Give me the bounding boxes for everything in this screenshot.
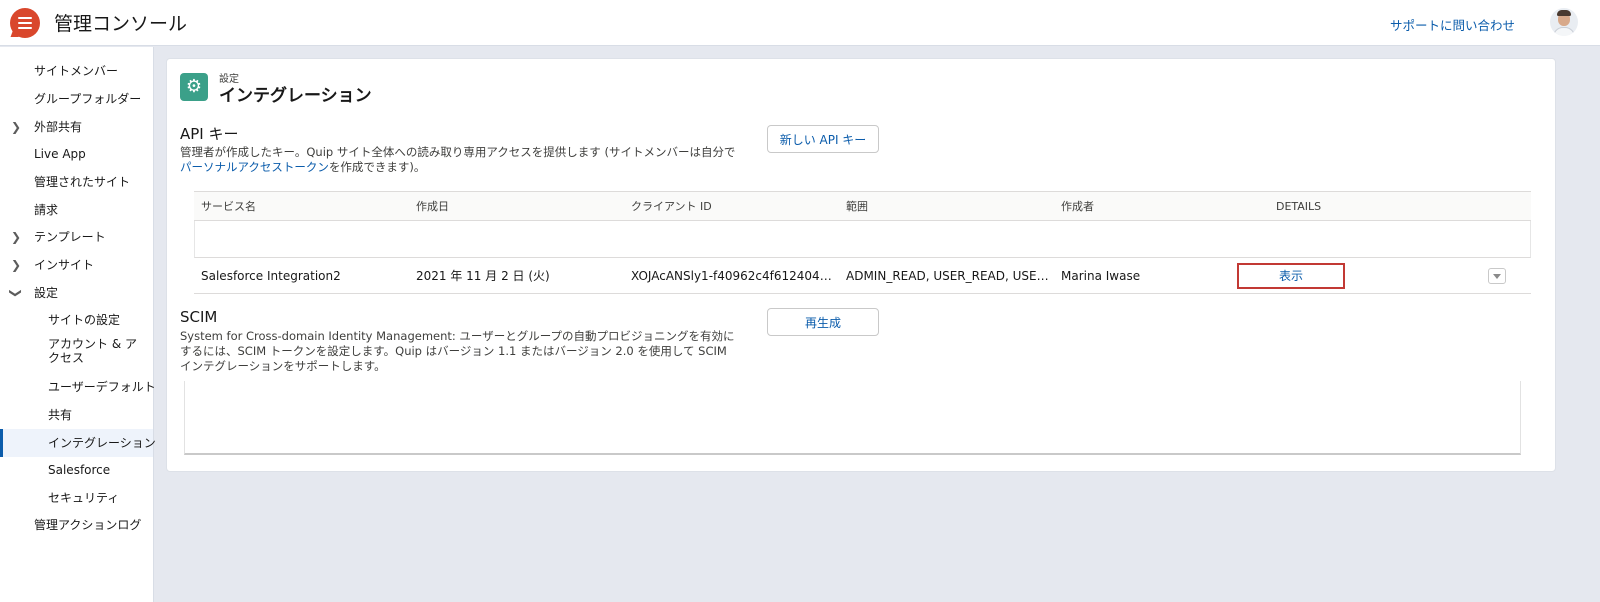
- column-header-service-name[interactable]: サービス名: [201, 192, 256, 221]
- support-link[interactable]: サポートに問い合わせ: [1390, 15, 1515, 34]
- quip-logo-icon[interactable]: [10, 8, 40, 38]
- sidebar-item-sharing[interactable]: 共有: [0, 401, 153, 429]
- top-header: 管理コンソール サポートに問い合わせ: [0, 0, 1600, 46]
- sidebar-item-label: Live App: [34, 147, 86, 161]
- scim-description: System for Cross-domain Identity Managem…: [180, 329, 735, 373]
- page-title: インテグレーション: [219, 86, 372, 106]
- sidebar-item-label: 共有: [48, 408, 73, 422]
- sidebar-item-label: インサイト: [34, 258, 95, 272]
- column-header-scope[interactable]: 範囲: [846, 192, 868, 221]
- sidebar-item-label: アカウント & アクセス: [48, 337, 137, 365]
- cell-author-link[interactable]: Marina Iwase: [1061, 258, 1266, 294]
- sidebar-item-admin-action-log[interactable]: 管理アクションログ: [0, 511, 153, 539]
- app-title: 管理コンソール: [54, 13, 188, 35]
- chevron-right-icon[interactable]: ❯: [10, 113, 22, 141]
- user-avatar-icon[interactable]: [1550, 8, 1578, 36]
- sidebar-item-security[interactable]: セキュリティ: [0, 484, 153, 512]
- sidebar-item-managed-sites[interactable]: 管理されたサイト: [0, 168, 153, 196]
- column-header-author[interactable]: 作成者: [1061, 192, 1094, 221]
- sidebar-item-label: セキュリティ: [48, 491, 120, 505]
- sidebar-item-label: 管理アクションログ: [34, 518, 142, 532]
- sidebar-item-insights[interactable]: ❯ インサイト: [0, 251, 153, 279]
- sidebar-nav: サイトメンバー グループフォルダー ❯ 外部共有 Live App 管理されたサイ…: [0, 47, 156, 602]
- sidebar-item-site-settings[interactable]: サイトの設定: [0, 306, 153, 334]
- avatar-hair: [1557, 10, 1571, 16]
- cell-client-id: XOJAcANSly1-f40962c4f6124049b...: [631, 269, 836, 283]
- sidebar-item-label: サイトの設定: [48, 313, 121, 327]
- chevron-right-icon[interactable]: ❯: [10, 251, 22, 279]
- sidebar-item-billing[interactable]: 請求: [0, 196, 153, 224]
- integrations-card: ⚙ 設定 インテグレーション API キー 管理者が作成したキー。Quip サイ…: [166, 58, 1556, 472]
- sidebar-item-templates[interactable]: ❯ テンプレート: [0, 223, 153, 251]
- cell-created: 2021 年 11 月 2 日 (火): [416, 269, 550, 283]
- api-keys-description: 管理者が作成したキー。Quip サイト全体への読み取り専用アクセスを提供します …: [180, 145, 740, 175]
- logo-tail: [10, 29, 22, 37]
- api-keys-table: サービス名 作成日 クライアント ID 範囲 作成者 DETAILS Sales…: [194, 191, 1531, 294]
- cell-service-name: Salesforce Integration2: [201, 269, 341, 283]
- new-api-key-button[interactable]: 新しい API キー: [767, 125, 879, 153]
- personal-access-token-link[interactable]: パーソナルアクセストークン: [180, 160, 329, 174]
- column-header-client-id[interactable]: クライアント ID: [631, 192, 712, 221]
- chevron-down-icon[interactable]: [1488, 268, 1506, 284]
- sidebar-item-label: 管理されたサイト: [34, 175, 131, 189]
- avatar-shirt: [1553, 27, 1575, 36]
- sidebar-item-label: Salesforce: [48, 463, 111, 477]
- chevron-right-icon[interactable]: ❯: [10, 223, 22, 251]
- sidebar-item-user-defaults[interactable]: ユーザーデフォルト: [0, 373, 156, 401]
- sidebar-item-label: テンプレート: [34, 230, 106, 244]
- sidebar-item-label: 請求: [34, 203, 59, 217]
- table-row: Salesforce Integration2 2021 年 11 月 2 日 …: [194, 258, 1531, 294]
- sidebar-item-label: インテグレーション: [48, 436, 156, 450]
- api-keys-title: API キー: [180, 125, 239, 143]
- sidebar-item-account-access[interactable]: アカウント & アクセス: [0, 334, 153, 368]
- sidebar-item-integrations[interactable]: インテグレーション: [0, 429, 156, 457]
- table-header: サービス名 作成日 クライアント ID 範囲 作成者 DETAILS: [194, 191, 1531, 221]
- sidebar-item-label: 設定: [34, 286, 59, 300]
- sidebar-item-label: ユーザーデフォルト: [48, 380, 156, 394]
- column-header-created[interactable]: 作成日: [416, 192, 449, 221]
- scim-title: SCIM: [180, 308, 218, 326]
- column-header-details[interactable]: DETAILS: [1276, 192, 1321, 221]
- sidebar-item-label: サイトメンバー: [34, 64, 119, 78]
- gear-icon: ⚙: [180, 73, 208, 101]
- sidebar-item-site-members[interactable]: サイトメンバー: [0, 57, 153, 85]
- api-keys-description-text: 管理者が作成したキー。Quip サイト全体への読み取り専用アクセスを提供します …: [180, 145, 736, 159]
- cell-scope: ADMIN_READ, USER_READ, USER_...: [846, 269, 1051, 283]
- sidebar-item-external-sharing[interactable]: ❯ 外部共有: [0, 113, 153, 141]
- api-keys-description-suffix: を作成できます)。: [328, 160, 426, 174]
- sidebar-item-salesforce[interactable]: Salesforce: [0, 456, 153, 484]
- chevron-down-icon[interactable]: ❯: [2, 287, 30, 299]
- regenerate-button[interactable]: 再生成: [767, 308, 879, 336]
- sidebar-item-label: グループフォルダー: [34, 92, 142, 106]
- logo-bars: [18, 17, 32, 29]
- sidebar-item-live-app[interactable]: Live App: [0, 140, 153, 168]
- scim-token-panel: [184, 381, 1521, 455]
- table-empty-row: [194, 221, 1531, 258]
- sidebar-item-group-folders[interactable]: グループフォルダー: [0, 85, 153, 113]
- sidebar-item-label: 外部共有: [34, 120, 83, 134]
- show-details-button[interactable]: 表示: [1237, 263, 1345, 289]
- sidebar-item-settings[interactable]: ❯ 設定: [0, 279, 153, 307]
